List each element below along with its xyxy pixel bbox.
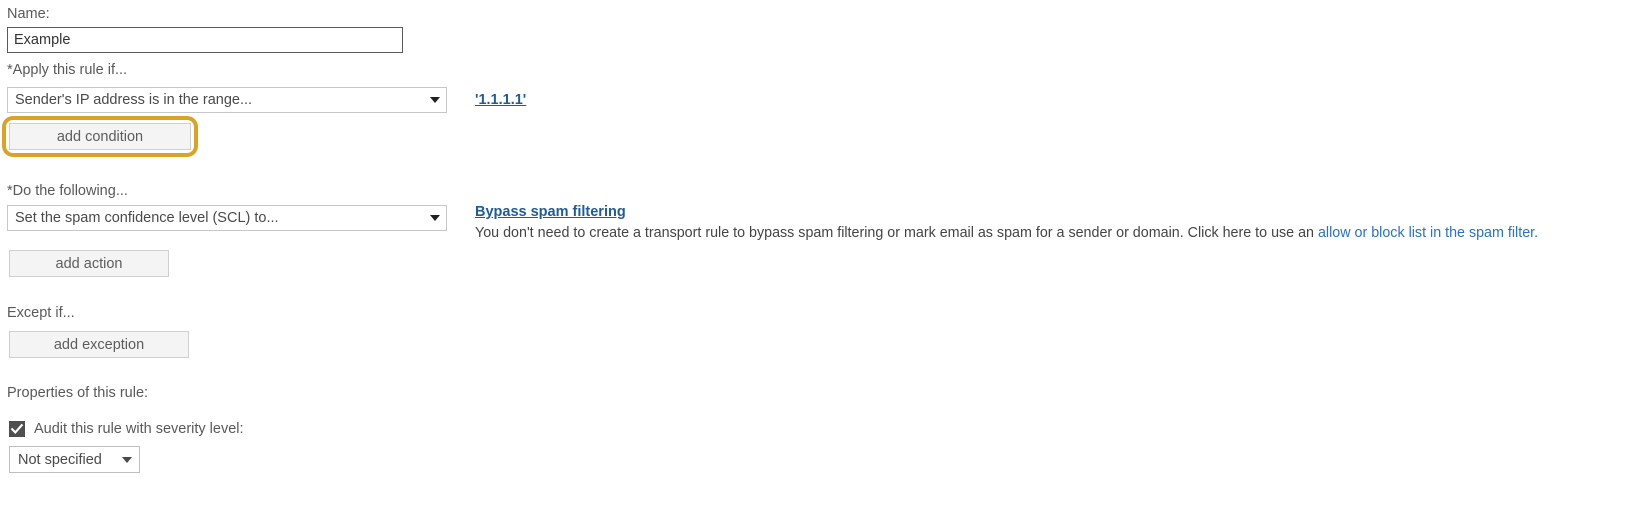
condition-type-dropdown[interactable]: Sender's IP address is in the range... — [7, 87, 447, 113]
audit-rule-row: Audit this rule with severity level: — [9, 421, 244, 437]
chevron-down-icon — [115, 456, 139, 463]
bypass-spam-filtering-link[interactable]: Bypass spam filtering — [475, 204, 626, 220]
chevron-down-icon — [424, 215, 446, 221]
apply-rule-if-label: *Apply this rule if... — [7, 62, 128, 78]
chevron-down-icon — [424, 97, 446, 103]
action-type-dropdown[interactable]: Set the spam confidence level (SCL) to..… — [7, 205, 447, 231]
except-if-label: Except if... — [7, 305, 75, 321]
add-action-button[interactable]: add action — [9, 250, 169, 277]
allow-or-block-list-link[interactable]: allow or block list in the spam filter. — [1318, 225, 1538, 241]
condition-type-value: Sender's IP address is in the range... — [15, 92, 253, 108]
audit-rule-checkbox[interactable] — [9, 421, 25, 437]
properties-label: Properties of this rule: — [7, 385, 149, 401]
rule-name-input[interactable] — [7, 27, 403, 53]
condition-value-link[interactable]: '1.1.1.1' — [475, 92, 526, 108]
check-icon — [10, 423, 24, 434]
rule-editor-form: Name: *Apply this rule if... Sender's IP… — [0, 0, 1646, 509]
add-exception-button[interactable]: add exception — [9, 331, 189, 358]
name-label: Name: — [7, 6, 50, 22]
do-the-following-label: *Do the following... — [7, 183, 128, 199]
spam-description-text: You don't need to create a transport rul… — [475, 225, 1318, 241]
audit-rule-checkbox-label: Audit this rule with severity level: — [34, 421, 244, 437]
severity-level-value: Not specified — [18, 451, 102, 468]
severity-level-dropdown[interactable]: Not specified — [9, 446, 140, 473]
action-type-value: Set the spam confidence level (SCL) to..… — [15, 210, 279, 226]
add-condition-button-wrapper: add condition — [2, 116, 198, 157]
spam-filtering-description: You don't need to create a transport rul… — [475, 224, 1538, 243]
add-condition-button[interactable]: add condition — [9, 123, 191, 150]
